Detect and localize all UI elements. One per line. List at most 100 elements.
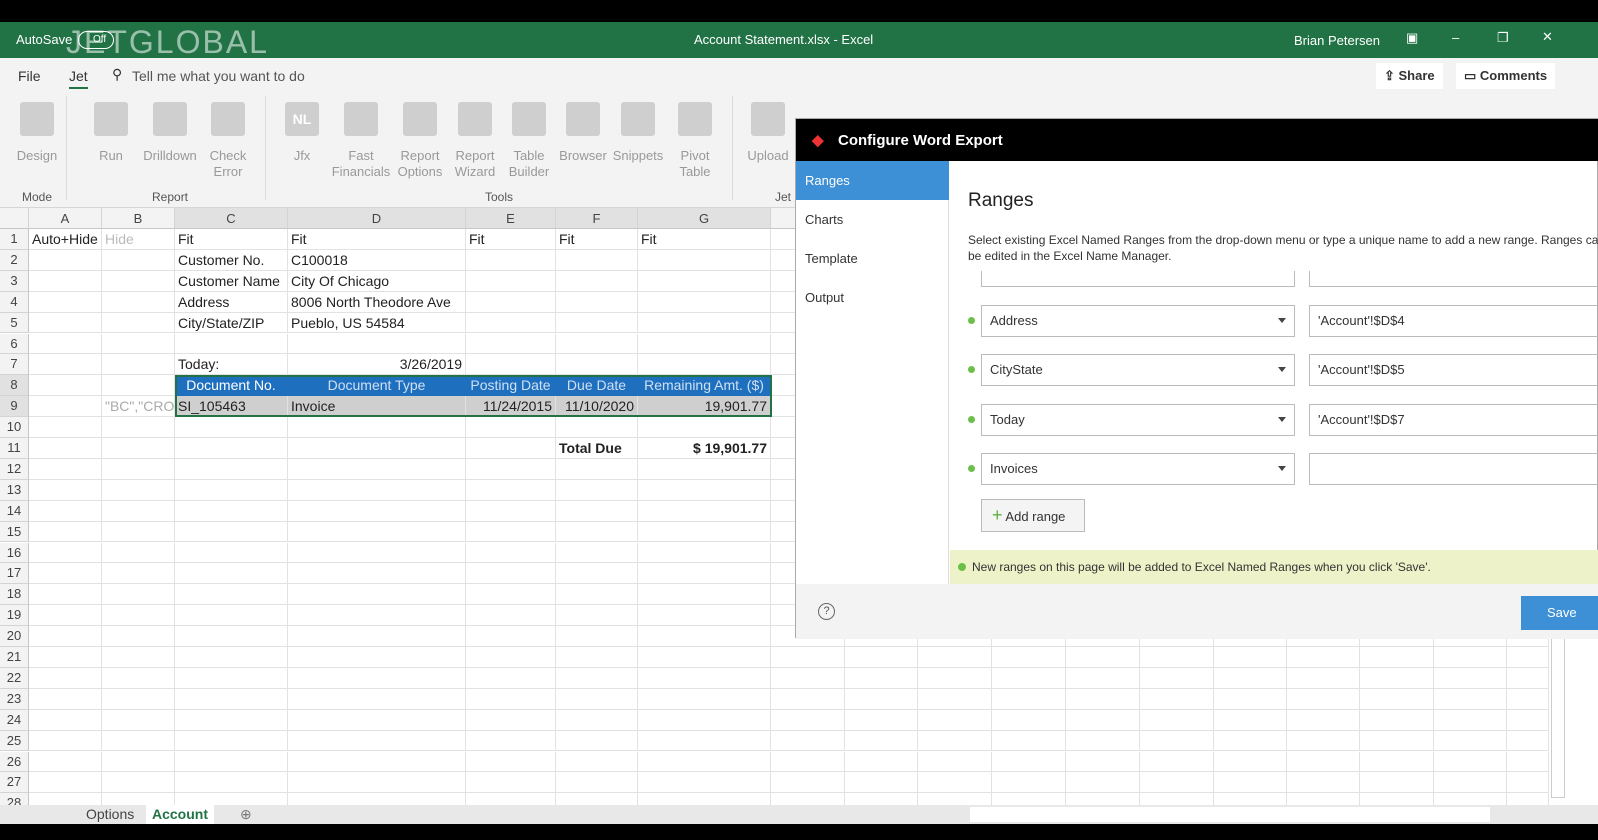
cell[interactable] (29, 396, 102, 418)
cell[interactable] (466, 458, 556, 480)
cell[interactable] (1360, 688, 1434, 710)
cell[interactable]: Document Type (288, 375, 466, 397)
cell[interactable] (466, 584, 556, 606)
select-all-corner[interactable] (0, 208, 29, 229)
range-name-select[interactable]: Today (981, 404, 1295, 436)
cell[interactable] (102, 709, 175, 731)
cell[interactable] (466, 270, 556, 292)
cell[interactable] (556, 605, 638, 627)
cell[interactable] (29, 521, 102, 543)
cell[interactable] (1360, 751, 1434, 773)
cell[interactable] (102, 479, 175, 501)
range-reference-input[interactable]: 'Account'!$D$7 (1309, 404, 1598, 436)
cell[interactable] (288, 793, 466, 805)
add-range-button[interactable]: + Add range (981, 499, 1085, 532)
cell[interactable] (556, 249, 638, 271)
nav-output[interactable]: Output (796, 278, 949, 317)
column-header[interactable]: F (556, 208, 638, 229)
cell[interactable]: 11/10/2020 (556, 396, 638, 418)
cell[interactable] (466, 312, 556, 334)
row-header[interactable]: 1 (0, 229, 29, 250)
cell[interactable] (29, 375, 102, 397)
row-header[interactable]: 27 (0, 772, 29, 794)
cell[interactable] (638, 626, 771, 647)
cell[interactable] (102, 312, 175, 334)
cell[interactable] (1434, 667, 1507, 689)
cell[interactable] (466, 647, 556, 668)
dropdown-arrow-icon[interactable] (1278, 466, 1286, 471)
row-header[interactable]: 17 (0, 563, 29, 585)
ribbon-run-button[interactable]: Run (81, 102, 141, 164)
cell[interactable] (556, 542, 638, 564)
cell[interactable] (771, 647, 845, 668)
cell[interactable] (1140, 688, 1214, 710)
cell[interactable] (175, 438, 288, 459)
column-header[interactable]: A (29, 208, 102, 229)
cell[interactable] (845, 688, 918, 710)
cell[interactable] (556, 584, 638, 606)
sheet-tab-options[interactable]: Options (86, 806, 134, 822)
cell[interactable]: Address (175, 291, 288, 313)
cell[interactable]: Posting Date (466, 375, 556, 397)
cell[interactable] (992, 688, 1066, 710)
cell[interactable] (288, 333, 466, 355)
range-ref-partial[interactable] (1309, 271, 1598, 287)
cell[interactable] (175, 688, 288, 710)
minimize-icon[interactable]: – (1452, 30, 1459, 45)
cell[interactable] (1434, 751, 1507, 773)
cell[interactable] (1507, 751, 1549, 773)
cell[interactable] (556, 751, 638, 773)
ribbon-pivot-table-button[interactable]: Pivot Table (665, 102, 725, 180)
cell[interactable] (175, 584, 288, 606)
cell[interactable] (1214, 793, 1287, 805)
cell[interactable] (29, 438, 102, 459)
ribbon-browser-button[interactable]: Browser (553, 102, 613, 164)
cell[interactable] (1360, 793, 1434, 805)
cell[interactable] (638, 479, 771, 501)
cell[interactable] (288, 438, 466, 459)
cell[interactable] (175, 458, 288, 480)
cell[interactable] (845, 730, 918, 752)
row-header[interactable]: 24 (0, 709, 29, 731)
restore-icon[interactable]: ❐ (1497, 30, 1509, 46)
cell[interactable] (29, 270, 102, 292)
user-name[interactable]: Brian Petersen (1294, 33, 1380, 48)
cell[interactable] (918, 709, 992, 731)
comments-button[interactable]: ▭ Comments (1456, 63, 1556, 89)
cell[interactable] (175, 333, 288, 355)
cell[interactable] (556, 291, 638, 313)
cell[interactable] (288, 709, 466, 731)
cell[interactable] (556, 563, 638, 585)
cell[interactable]: 8006 North Theodore Ave (288, 291, 466, 313)
cell[interactable] (288, 584, 466, 606)
close-icon[interactable]: ✕ (1542, 29, 1553, 45)
cell[interactable] (29, 542, 102, 564)
range-select-partial[interactable] (981, 271, 1295, 287)
tell-me-search[interactable]: Tell me what you want to do (132, 68, 305, 84)
column-header[interactable]: G (638, 208, 771, 229)
cell[interactable] (288, 688, 466, 710)
row-header[interactable]: 21 (0, 647, 29, 668)
cell[interactable] (1214, 647, 1287, 668)
cell[interactable] (466, 354, 556, 376)
cell[interactable] (288, 751, 466, 773)
cell[interactable] (466, 542, 556, 564)
cell[interactable] (1434, 793, 1507, 805)
cell[interactable] (1287, 751, 1360, 773)
cell[interactable] (1214, 709, 1287, 731)
cell[interactable] (1287, 667, 1360, 689)
cell[interactable] (1066, 772, 1140, 794)
row-header[interactable]: 9 (0, 396, 29, 418)
cell[interactable] (466, 563, 556, 585)
cell[interactable] (638, 647, 771, 668)
cell[interactable] (556, 312, 638, 334)
cell[interactable] (466, 667, 556, 689)
row-header[interactable]: 22 (0, 667, 29, 689)
cell[interactable] (1507, 688, 1549, 710)
cell[interactable] (556, 500, 638, 522)
cell[interactable]: Fit (466, 229, 556, 250)
cell[interactable] (102, 751, 175, 773)
cell[interactable]: SI_105463 (175, 396, 288, 418)
cell[interactable] (466, 751, 556, 773)
cell[interactable]: Document No. (175, 375, 288, 397)
